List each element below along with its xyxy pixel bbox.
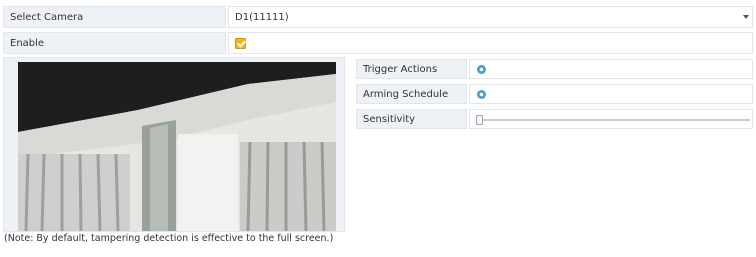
chevron-down-icon[interactable] xyxy=(743,15,749,19)
enable-row: Enable xyxy=(3,32,753,54)
enable-checkbox[interactable] xyxy=(235,37,246,49)
trigger-actions-label: Trigger Actions xyxy=(356,59,467,79)
camera-dropdown[interactable]: D1(11111) xyxy=(228,6,753,28)
camera-dropdown-value: D1(11111) xyxy=(235,11,289,23)
sensitivity-label-text: Sensitivity xyxy=(363,113,416,125)
select-camera-label-text: Select Camera xyxy=(10,11,84,23)
sensitivity-value-cell xyxy=(469,109,753,129)
sensitivity-label: Sensitivity xyxy=(356,109,467,129)
sensitivity-row: Sensitivity xyxy=(356,109,753,129)
tampering-note: (Note: By default, tampering detection i… xyxy=(4,233,334,244)
trigger-actions-value-cell xyxy=(469,59,753,79)
arming-schedule-label: Arming Schedule xyxy=(356,84,467,104)
sensitivity-slider-handle[interactable] xyxy=(476,115,483,125)
gear-icon[interactable] xyxy=(476,64,487,75)
camera-preview-video[interactable] xyxy=(18,62,336,231)
arming-schedule-value-cell xyxy=(469,84,753,104)
trigger-actions-label-text: Trigger Actions xyxy=(363,63,438,75)
select-camera-label: Select Camera xyxy=(3,6,226,28)
gear-icon[interactable] xyxy=(476,89,487,100)
camera-scene-image xyxy=(18,62,336,231)
enable-label: Enable xyxy=(3,32,226,54)
sensitivity-slider[interactable] xyxy=(476,115,750,125)
arming-schedule-label-text: Arming Schedule xyxy=(363,88,449,100)
tampering-detection-page: Select Camera D1(11111) Enable (Note: By… xyxy=(0,0,756,257)
arming-schedule-row: Arming Schedule xyxy=(356,84,753,104)
trigger-actions-row: Trigger Actions xyxy=(356,59,753,79)
enable-value-cell xyxy=(228,32,753,54)
select-camera-row: Select Camera D1(11111) xyxy=(3,6,753,28)
enable-label-text: Enable xyxy=(10,37,45,49)
